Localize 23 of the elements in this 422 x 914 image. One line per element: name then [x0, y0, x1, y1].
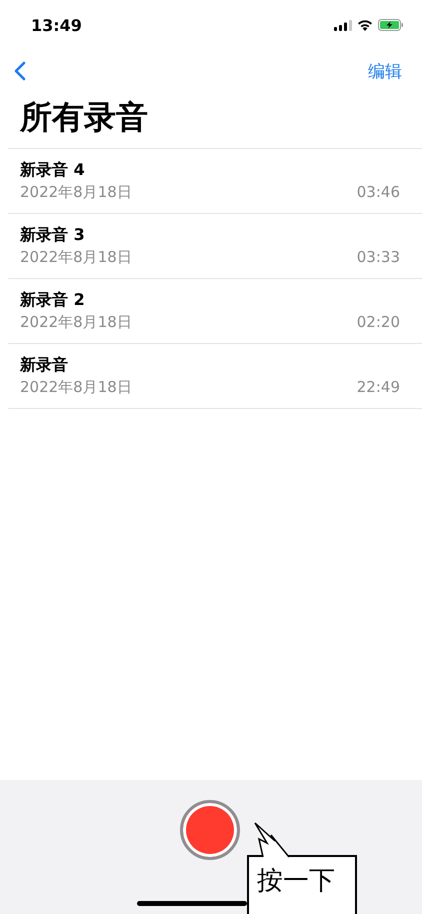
recording-date: 2022年8月18日 — [20, 183, 132, 202]
edit-button[interactable]: 编辑 — [368, 60, 402, 82]
recording-duration: 22:49 — [356, 378, 400, 397]
callout-text: 按一下 — [257, 865, 335, 898]
recording-date: 2022年8月18日 — [20, 313, 132, 332]
recording-name: 新录音 2 — [20, 290, 86, 311]
page-title: 所有录音 — [20, 97, 149, 138]
recording-duration: 02:20 — [356, 313, 400, 332]
recording-item[interactable]: 新录音 4 2022年8月18日 03:46 — [8, 149, 422, 214]
status-time: 13:49 — [31, 16, 82, 34]
recording-item[interactable]: 新录音 3 2022年8月18日 03:33 — [8, 214, 422, 279]
recording-name: 新录音 3 — [20, 225, 86, 246]
recording-duration: 03:33 — [356, 248, 400, 267]
recording-duration: 03:46 — [356, 183, 400, 202]
recording-item[interactable]: 新录音 2022年8月18日 22:49 — [8, 344, 422, 409]
recording-name: 新录音 4 — [20, 160, 86, 181]
recording-date: 2022年8月18日 — [20, 248, 132, 267]
back-icon[interactable] — [14, 61, 26, 81]
recording-item[interactable]: 新录音 2 2022年8月18日 02:20 — [8, 279, 422, 344]
recording-name: 新录音 — [20, 355, 69, 376]
wifi-icon — [357, 19, 373, 31]
recording-date: 2022年8月18日 — [20, 378, 132, 397]
signal-icon — [334, 20, 352, 30]
